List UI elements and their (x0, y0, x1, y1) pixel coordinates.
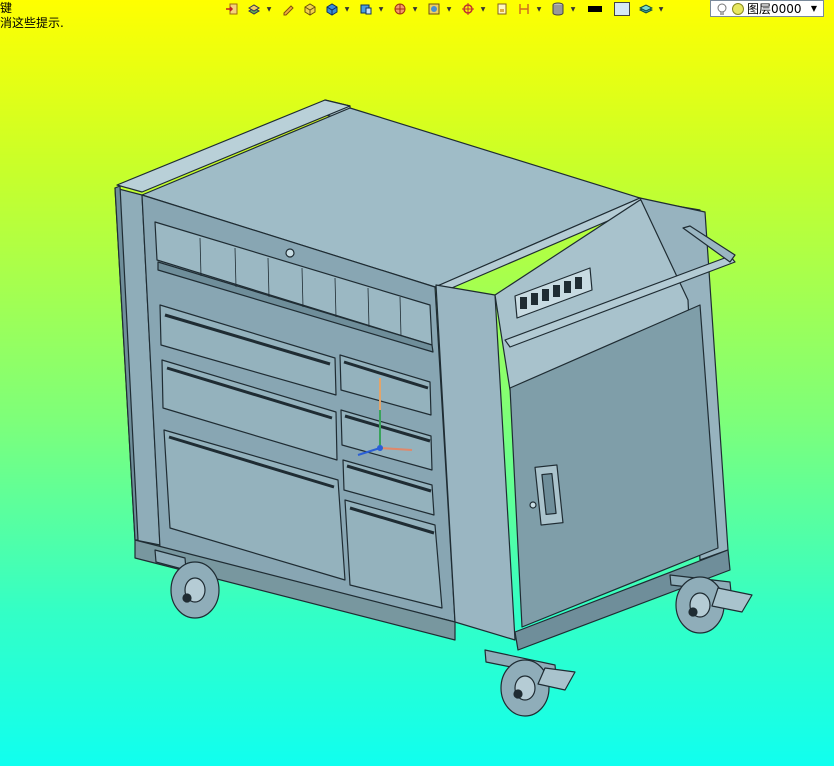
caster-front-right (484, 649, 576, 717)
door-lock-icon (529, 501, 537, 509)
caster-rear-right (669, 574, 753, 634)
lock-icon (285, 248, 295, 258)
cad-viewport[interactable]: 键 消这些提示. ▼ ▼ ▼ ▼ ▼ ▼ ▼ ▼ ▼ 图层0000 ▼ (0, 0, 834, 766)
tool-cart-model[interactable] (0, 0, 834, 766)
